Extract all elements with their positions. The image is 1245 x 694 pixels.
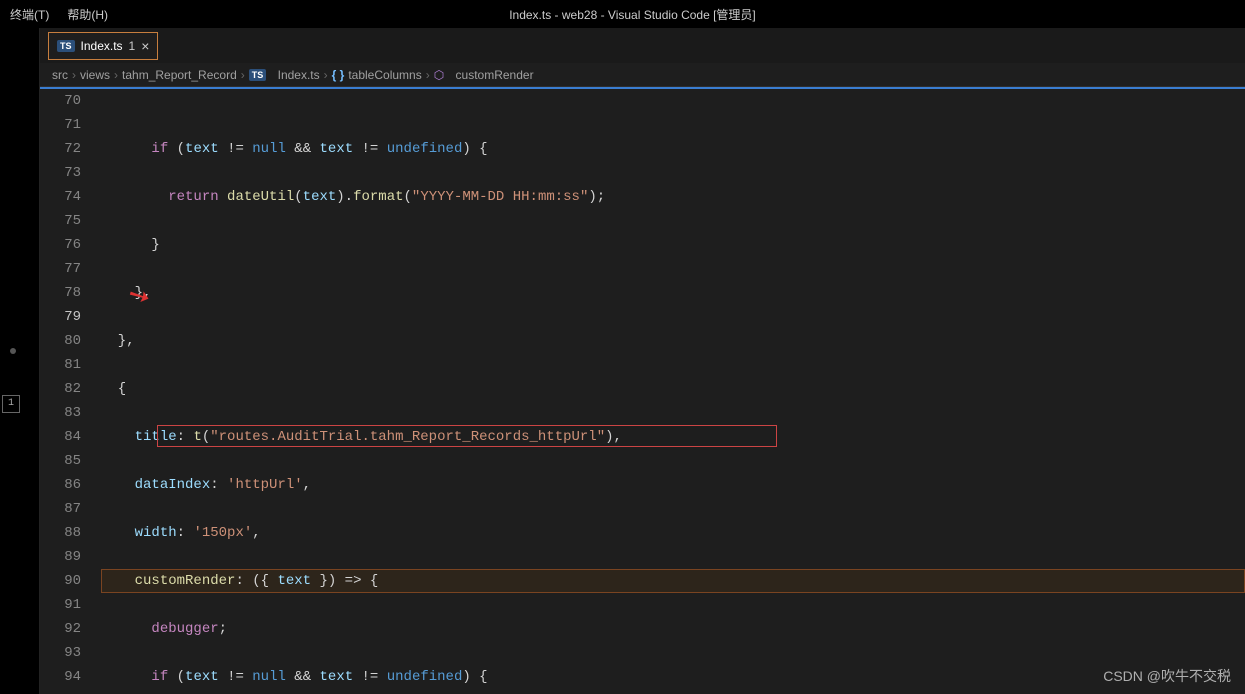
editor-area: TS Index.ts 1 × src› views› tahm_Report_…: [40, 28, 1245, 694]
menu-help[interactable]: 帮助(H): [67, 6, 108, 23]
crumb-file[interactable]: TS Index.ts: [249, 68, 320, 82]
side-badge: 1: [2, 395, 20, 413]
brackets-icon: { }: [332, 68, 345, 82]
ts-file-icon: TS: [249, 69, 267, 81]
code-editor[interactable]: 70 71 72 73 74 75 76 77 78 79 80 81 82 8…: [40, 87, 1245, 694]
tab-bar: TS Index.ts 1 ×: [40, 28, 1245, 63]
crumb-symbol-customrender[interactable]: ⬡ customRender: [434, 68, 534, 82]
side-dot-icon: [10, 348, 16, 354]
tab-dirty-indicator: 1: [129, 39, 136, 53]
crumb-views[interactable]: views: [80, 68, 110, 82]
menubar: 终端(T) 帮助(H) Index.ts - web28 - Visual St…: [0, 0, 1245, 28]
tab-close-icon[interactable]: ×: [141, 38, 149, 54]
method-icon: ⬡: [434, 68, 444, 82]
tab-label: Index.ts: [81, 39, 123, 53]
tab-index-ts[interactable]: TS Index.ts 1 ×: [48, 32, 158, 60]
window-title: Index.ts - web28 - Visual Studio Code [管…: [10, 6, 1245, 23]
crumb-src[interactable]: src: [52, 68, 68, 82]
breadcrumbs[interactable]: src› views› tahm_Report_Record› TS Index…: [40, 63, 1245, 87]
line-gutter: 70 71 72 73 74 75 76 77 78 79 80 81 82 8…: [40, 89, 95, 694]
main-container: 1 TS Index.ts 1 × src› views› tahm_Repor…: [0, 28, 1245, 694]
code-content[interactable]: ➘ if (text != null && text != undefined)…: [95, 89, 1245, 694]
ts-icon: TS: [57, 40, 75, 52]
watermark: CSDN @吹牛不交税: [1103, 666, 1231, 686]
activity-bar[interactable]: 1: [0, 28, 40, 694]
crumb-folder[interactable]: tahm_Report_Record: [122, 68, 237, 82]
menu-terminal[interactable]: 终端(T): [10, 6, 49, 23]
crumb-symbol-tablecolumns[interactable]: { }tableColumns: [332, 68, 422, 82]
